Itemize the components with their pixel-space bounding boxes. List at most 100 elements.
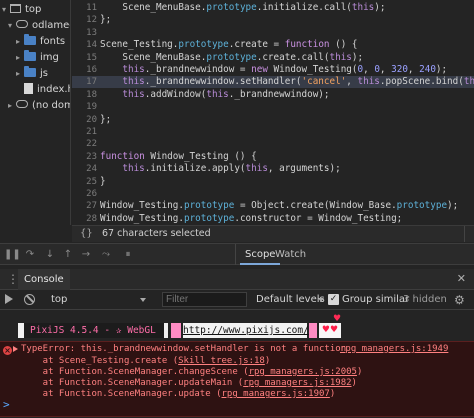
line-number[interactable]: 23 [73, 151, 97, 163]
chevron-right-icon[interactable]: ▸ [16, 66, 24, 82]
cloud-icon [16, 20, 28, 28]
chevron-down-icon[interactable]: ▾ [2, 2, 10, 18]
debugger-toolbar: ❚❚ ↷ ↓ ↑ → ⤳ ⏸ Scope Watch [0, 243, 474, 265]
chevron-right-icon[interactable]: ▸ [8, 98, 16, 114]
tree-item-img[interactable]: ▸ img [16, 49, 59, 66]
chevron-right-icon[interactable]: ▸ [16, 50, 24, 66]
error-message[interactable]: × TypeError: this._brandnewwindow.setHan… [0, 341, 474, 417]
stack-frame-link[interactable]: rpg_managers.js:1907 [221, 389, 329, 399]
code-line[interactable]: function Window_Testing () { [100, 151, 257, 163]
line-number[interactable]: 18 [73, 89, 97, 101]
console-output[interactable]: ♥ PixiJS 4.5.4 - ✰ WebGL ✰ http://www.pi… [0, 311, 474, 418]
chevron-right-icon[interactable]: ▸ [16, 34, 24, 50]
tab-console[interactable]: Console [18, 269, 70, 290]
line-number[interactable]: 24 [73, 163, 97, 175]
code-line[interactable]: }; [100, 14, 111, 26]
line-number[interactable]: 16 [73, 64, 97, 76]
line-number[interactable]: 22 [73, 138, 97, 150]
chevron-down-icon[interactable] [140, 298, 146, 302]
tree-item-label: fonts [40, 36, 66, 47]
code-line[interactable]: this._brandnewwindow = new Window_Testin… [100, 64, 447, 76]
line-number[interactable]: 11 [73, 2, 97, 14]
code-line[interactable]: }; [100, 114, 111, 126]
tree-item-top[interactable]: ▾ top [2, 2, 41, 18]
stack-frame: at Function.SceneManager.changeScene (rp… [21, 367, 363, 377]
step-into-icon[interactable]: ↓ [44, 249, 56, 261]
filter-input[interactable] [162, 292, 247, 307]
tree-item-js[interactable]: ▸ js [16, 65, 48, 82]
tree-item-label: odlameec [32, 20, 70, 31]
expand-caret-icon[interactable] [13, 346, 18, 352]
group-similar-checkbox[interactable]: ✓ [328, 294, 339, 305]
line-number[interactable]: 26 [73, 188, 97, 200]
chevron-down-icon[interactable]: ▾ [8, 18, 16, 34]
tree-item-origin[interactable]: ▾ odlameec [8, 18, 70, 34]
code-line[interactable]: this.addWindow(this._brandnewwindow); [100, 89, 329, 101]
error-icon: × [3, 346, 12, 355]
code-line[interactable]: this.initialize.apply(this, arguments); [100, 163, 340, 175]
pixi-link[interactable]: http://www.pixijs.com/ [183, 323, 309, 338]
code-line[interactable]: this._brandnewwindow.setHandler('cancel'… [100, 76, 474, 88]
tree-item-label: js [40, 68, 48, 79]
tab-watch[interactable]: Watch [275, 244, 306, 265]
pixi-banner-stripe [171, 323, 181, 338]
stack-frame: at Scene_Testing.create (Skill_tree.js:1… [21, 356, 271, 366]
step-out-icon[interactable]: ↑ [62, 249, 74, 261]
line-number[interactable]: 17 [73, 76, 97, 88]
stack-frame-link[interactable]: Skill_tree.js:18 [178, 356, 265, 366]
line-number[interactable]: 14 [73, 39, 97, 51]
line-number[interactable]: 20 [73, 114, 97, 126]
log-levels-dropdown[interactable]: Default levels [256, 290, 325, 309]
line-number[interactable]: 12 [73, 14, 97, 26]
step-over-icon[interactable]: ↷ [24, 249, 36, 261]
pretty-print-icon[interactable]: {} [80, 226, 93, 242]
pixi-banner-stripe [309, 323, 317, 338]
line-number[interactable]: 13 [73, 27, 97, 39]
error-source-link[interactable]: rpg_managers.js:1949 [340, 344, 448, 355]
folder-icon [24, 33, 36, 45]
code-line[interactable]: Scene_MenuBase.prototype.initialize.call… [100, 2, 385, 14]
show-sidebar-icon[interactable] [5, 294, 13, 304]
stack-frame-link[interactable]: rpg_managers.js:1982 [243, 378, 351, 388]
pixi-banner-row: ♥ PixiJS 4.5.4 - ✰ WebGL ✰ http://www.pi… [0, 311, 474, 351]
cloud-icon [16, 100, 28, 108]
pause-on-exceptions-icon[interactable]: ⏸ [122, 249, 134, 261]
editor-status-bar: {} 67 characters selected [72, 225, 474, 242]
file-icon [24, 82, 33, 94]
tree-item-no-domain[interactable]: ▸ (no doma [8, 98, 70, 114]
line-number[interactable]: 19 [73, 101, 97, 113]
line-number[interactable]: 15 [73, 52, 97, 64]
line-number[interactable]: 28 [73, 213, 97, 225]
deactivate-breakpoints-icon[interactable]: ⤳ [100, 249, 112, 261]
line-number[interactable]: 27 [73, 200, 97, 212]
stack-frame: at Function.SceneManager.updateMain (rpg… [21, 378, 357, 388]
pause-icon[interactable]: ❚❚ [4, 249, 21, 261]
tree-item-label: index.h [37, 84, 71, 95]
code-line[interactable]: Window_Testing.prototype.constructor = W… [100, 213, 402, 225]
hidden-count: 3 hidden [403, 294, 447, 305]
line-number[interactable]: 21 [73, 126, 97, 138]
line-number[interactable]: 25 [73, 176, 97, 188]
stack-frame-link[interactable]: rpg_managers.js:2005 [249, 367, 357, 377]
status-toggle[interactable] [464, 226, 474, 242]
code-line[interactable]: Scene_MenuBase.prototype.create.call(thi… [100, 52, 363, 64]
console-prompt[interactable]: > [3, 398, 10, 411]
context-select[interactable]: top [47, 290, 147, 309]
tree-item-fonts[interactable]: ▸ fonts [16, 33, 66, 50]
tree-item-label: top [25, 4, 42, 15]
gear-icon[interactable]: ⚙ [454, 293, 465, 307]
close-icon[interactable]: ✕ [457, 272, 466, 285]
chevron-down-icon[interactable] [318, 298, 324, 302]
code-line[interactable]: Scene_Testing.prototype.create = functio… [100, 39, 358, 51]
step-icon[interactable]: → [80, 249, 92, 261]
group-similar-label[interactable]: Group similar [342, 290, 409, 309]
clear-console-icon[interactable] [24, 294, 35, 305]
toolbar-divider [235, 244, 236, 265]
line-number-gutter: 11 12 13 14 15 16 17 18 19 20 21 22 23 24 25 26 27 28 [72, 0, 99, 225]
console-toolbar: top Default levels ✓ Group similar 3 hid… [0, 290, 474, 310]
code-line[interactable]: } [100, 176, 106, 188]
code-editor[interactable]: 11 12 13 14 15 16 17 18 19 20 21 22 23 24 25 26 27 28 Sce… [72, 0, 474, 225]
stack-frame: at Function.SceneManager.update (rpg_man… [21, 389, 336, 399]
tree-item-index[interactable]: index.h [24, 82, 71, 98]
code-line[interactable]: Window_Testing.prototype = Object.create… [100, 200, 458, 212]
